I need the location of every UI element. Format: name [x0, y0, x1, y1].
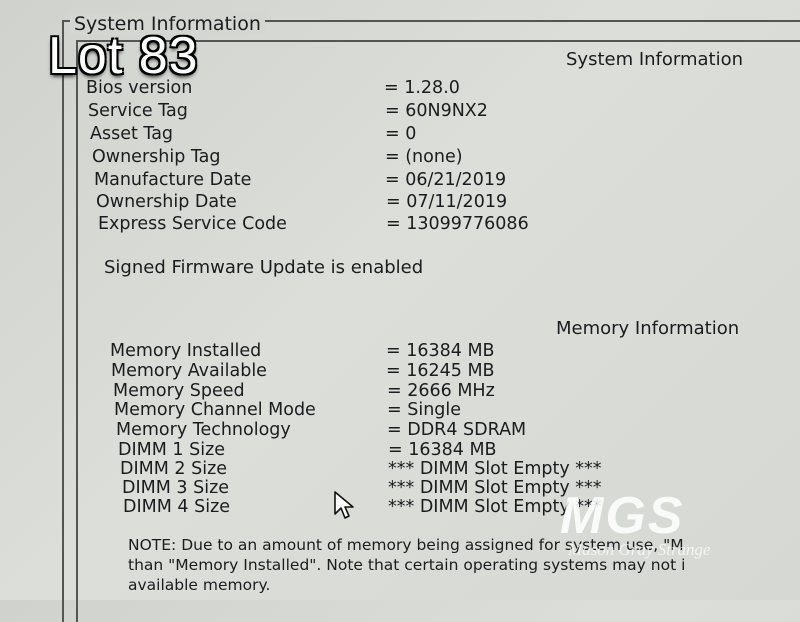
row-label: Express Service Code [98, 214, 287, 234]
row-label: Memory Installed [110, 341, 262, 361]
row-label: Memory Channel Mode [114, 400, 316, 420]
row-label: DIMM 3 Size [122, 478, 230, 498]
firmware-status-text: Signed Firmware Update is enabled [104, 257, 424, 278]
row-value: = (none) [385, 147, 463, 167]
memory-info-heading: Memory Information [556, 318, 740, 339]
row-label: Memory Technology [116, 420, 291, 440]
watermark-logo: MGS [560, 487, 685, 545]
row-value: = 16384 MB [388, 440, 497, 460]
row-value: = Single [387, 400, 462, 420]
row-value: = 1.28.0 [384, 78, 460, 98]
row-value: = 06/21/2019 [385, 170, 507, 190]
row-label: Memory Speed [113, 381, 245, 401]
watermark-name: Mason Gray Strange [568, 540, 711, 559]
row-label: Bios version [86, 78, 193, 98]
row-label: Ownership Date [96, 192, 237, 212]
row-value: = 2666 MHz [387, 381, 495, 401]
row-label: DIMM 1 Size [118, 440, 226, 460]
watermark: MGS Mason Gray Strange [560, 486, 760, 566]
row-value: = 16384 MB [386, 341, 495, 361]
row-value: *** DIMM Slot Empty *** [388, 459, 602, 479]
row-value: = 13099776086 [386, 214, 529, 234]
row-value: = 60N9NX2 [385, 101, 488, 121]
row-label: Ownership Tag [92, 147, 221, 167]
row-value: = 16245 MB [386, 361, 495, 381]
system-info-heading: System Information [566, 49, 744, 70]
row-value: = DDR4 SDRAM [387, 420, 527, 440]
row-label: Asset Tag [90, 124, 174, 144]
note-line: available memory. [128, 576, 271, 594]
lot-overlay-label: Lot 83 [48, 27, 199, 85]
row-label: Manufacture Date [94, 170, 252, 190]
row-label: Service Tag [88, 101, 188, 121]
row-label: DIMM 2 Size [120, 459, 228, 479]
mouse-cursor-icon [334, 491, 354, 519]
row-value: = 07/11/2019 [386, 192, 508, 212]
row-value: = 0 [385, 124, 417, 144]
row-label: DIMM 4 Size [123, 497, 231, 517]
row-label: Memory Available [111, 361, 267, 381]
